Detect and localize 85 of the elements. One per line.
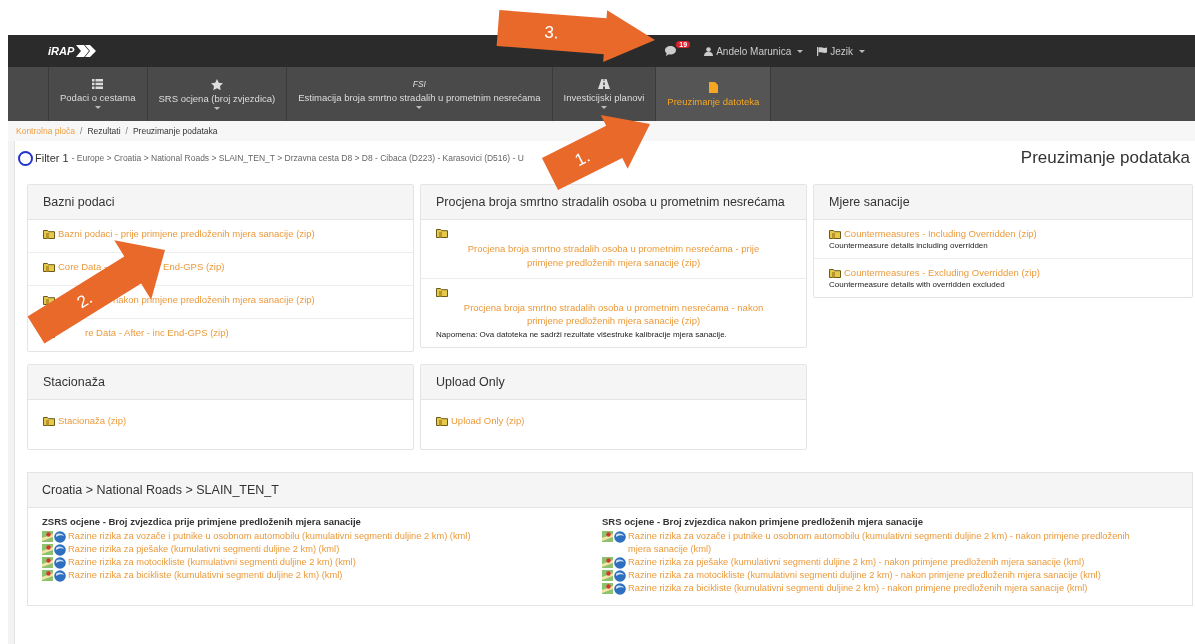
arrow-label: 3. xyxy=(543,22,560,43)
kml-link[interactable]: Razine rizika za pješake (kumulativni segmenti duljine 2 km) (kml) xyxy=(68,543,582,556)
kml-link[interactable]: Razine rizika za motocikliste (kumulativni segmenti duljine 2 km) - nakon primjene predloženih mjera sanacije (kml) xyxy=(628,569,1142,582)
nav-tab[interactable]: Preuzimanje datoteka xyxy=(655,67,772,121)
folder-icon xyxy=(43,415,55,426)
breadcrumb-item[interactable]: Rezultati xyxy=(87,126,121,136)
flag-icon xyxy=(817,46,828,56)
folder-icon xyxy=(829,267,841,278)
star-icon xyxy=(210,78,223,90)
caret-icon xyxy=(213,106,220,110)
download-link[interactable]: Core Data - xyxy=(58,261,108,272)
panel-title: Croatia > National Roads > SLAIN_TEN_T xyxy=(28,473,1192,508)
arrow-label: 1. xyxy=(571,146,593,171)
download-link[interactable]: Upload Only (zip) xyxy=(451,415,525,426)
breadcrumb-link[interactable]: Kontrolna ploča xyxy=(16,126,76,136)
map-icon xyxy=(42,570,53,581)
download-link[interactable]: nakon primjene predloženih mjera sanacije (zip) xyxy=(113,294,315,305)
globe-icon xyxy=(614,583,626,595)
filter-label[interactable]: Filter 1 xyxy=(35,152,69,164)
file-description: Countermeasure details with overridden excluded xyxy=(829,280,1006,289)
arrow-label: 2. xyxy=(73,288,96,313)
caret-icon xyxy=(600,106,607,109)
download-link[interactable]: Bazni podaci - prije primjene predloženih mjera sanacije (zip) xyxy=(58,228,315,239)
kml-link[interactable]: Razine rizika za vozače i putnike u osobnom automobilu (kumulativni segmenti duljine 2 km) - nakon primjene predloženih mjera sanacije (kml) xyxy=(628,530,1142,556)
globe-icon xyxy=(614,557,626,569)
globe-icon xyxy=(54,544,66,556)
map-icon xyxy=(602,570,613,581)
download-link[interactable]: Procjena broja smrtno stradalih osoba u prometnim nesrećama - nakon primjene predloženih mjera sanacije (zip) xyxy=(456,300,771,329)
folder-icon xyxy=(436,228,448,238)
panel-title: Stacionaža xyxy=(28,365,413,400)
kml-link[interactable]: Razine rizika za vozače i putnike u osobnom automobilu (kumulativni segmenti duljine 2 km) (kml) xyxy=(68,530,582,543)
kml-link[interactable]: Razine rizika za bicikliste (kumulativni segmenti duljine 2 km) - nakon primjene predloženih mjera sanacije (kml) xyxy=(628,582,1142,595)
chat-icon[interactable] xyxy=(665,46,677,56)
globe-icon xyxy=(614,531,626,543)
globe-icon xyxy=(614,570,626,582)
page-title: Preuzimanje podataka xyxy=(1020,148,1190,168)
fsi-label: FSI xyxy=(412,79,426,89)
folder-icon xyxy=(43,228,55,239)
folder-icon xyxy=(829,228,841,239)
map-icon xyxy=(42,531,53,542)
download-link[interactable]: Procjena broja smrtno stradalih osoba u prometnim nesrećama - prije primjene predloženih mjera sanacije (zip) xyxy=(456,242,771,270)
breadcrumb-item: Preuzimanje podataka xyxy=(132,126,218,136)
download-link[interactable]: Countermeasures - Including Overridden (zip) xyxy=(844,228,1037,239)
kml-link[interactable]: Razine rizika za pješake (kumulativni segmenti duljine 2 km) - nakon primjene predloženih mjera sanacije (kml) xyxy=(628,556,1142,569)
user-name[interactable]: Andelo Marunica xyxy=(716,45,792,57)
list-icon xyxy=(92,79,104,89)
section-heading: SRS ocjene - Broj zvjezdica nakon primjene predloženih mjera sanacije xyxy=(602,516,924,527)
map-icon xyxy=(42,557,53,568)
language-menu[interactable]: Jezik xyxy=(830,45,853,57)
caret-icon xyxy=(94,106,101,109)
filter-path: - Europe > Croatia > National Roads > SLAIN_TEN_T > Drzavna cesta D8 > D8 - Cibaca (D223) - Karasovici (D516) - U xyxy=(71,153,524,163)
download-link[interactable]: Stacionaža (zip) xyxy=(58,415,127,426)
file-icon xyxy=(708,81,718,93)
panel-title: Mjere sanacije xyxy=(814,185,1192,220)
file-description: Countermeasure details including overridden xyxy=(829,241,989,250)
map-icon xyxy=(602,557,613,568)
map-icon xyxy=(602,583,613,594)
file-description: Napomena: Ova datoteka ne sadrži rezultate višestruke kalibracije mjera sanacije. xyxy=(436,330,728,340)
user-icon xyxy=(704,46,714,56)
map-icon xyxy=(42,544,53,555)
folder-icon xyxy=(43,261,55,272)
download-link[interactable]: re Data - After - inc End-GPS (zip) xyxy=(85,327,229,338)
logo-text[interactable]: iRAP xyxy=(48,45,75,57)
globe-icon xyxy=(54,531,66,543)
section-heading: ZSRS ocjene - Broj zvjezdica prije primjene predloženih mjera sanacije xyxy=(42,516,362,527)
caret-icon xyxy=(416,106,423,109)
panel-title: Procjena broja smrtno stradalih osoba u prometnim nesrećama xyxy=(421,185,806,220)
road-icon xyxy=(597,79,610,89)
logo-chevron-icon xyxy=(76,45,97,57)
panel-title: Bazni podaci xyxy=(28,185,413,220)
breadcrumb-separator: / xyxy=(125,126,128,136)
caret-icon xyxy=(797,49,804,53)
download-link[interactable]: End-GPS (zip) xyxy=(163,261,225,272)
globe-icon xyxy=(54,570,66,582)
folder-icon xyxy=(436,286,448,297)
circle-icon xyxy=(18,150,33,166)
globe-icon xyxy=(54,557,66,569)
kml-link[interactable]: Razine rizika za bicikliste (kumulativni segmenti duljine 2 km) (kml) xyxy=(68,569,582,582)
folder-icon xyxy=(436,415,448,426)
panel-title: Upload Only xyxy=(421,365,806,400)
kml-link[interactable]: Razine rizika za motocikliste (kumulativni segmenti duljine 2 km) (kml) xyxy=(68,556,582,569)
breadcrumb-separator: / xyxy=(80,126,83,136)
map-icon xyxy=(602,531,613,542)
caret-icon xyxy=(859,49,865,53)
download-link[interactable]: Countermeasures - Excluding Overridden (zip) xyxy=(844,267,1040,278)
